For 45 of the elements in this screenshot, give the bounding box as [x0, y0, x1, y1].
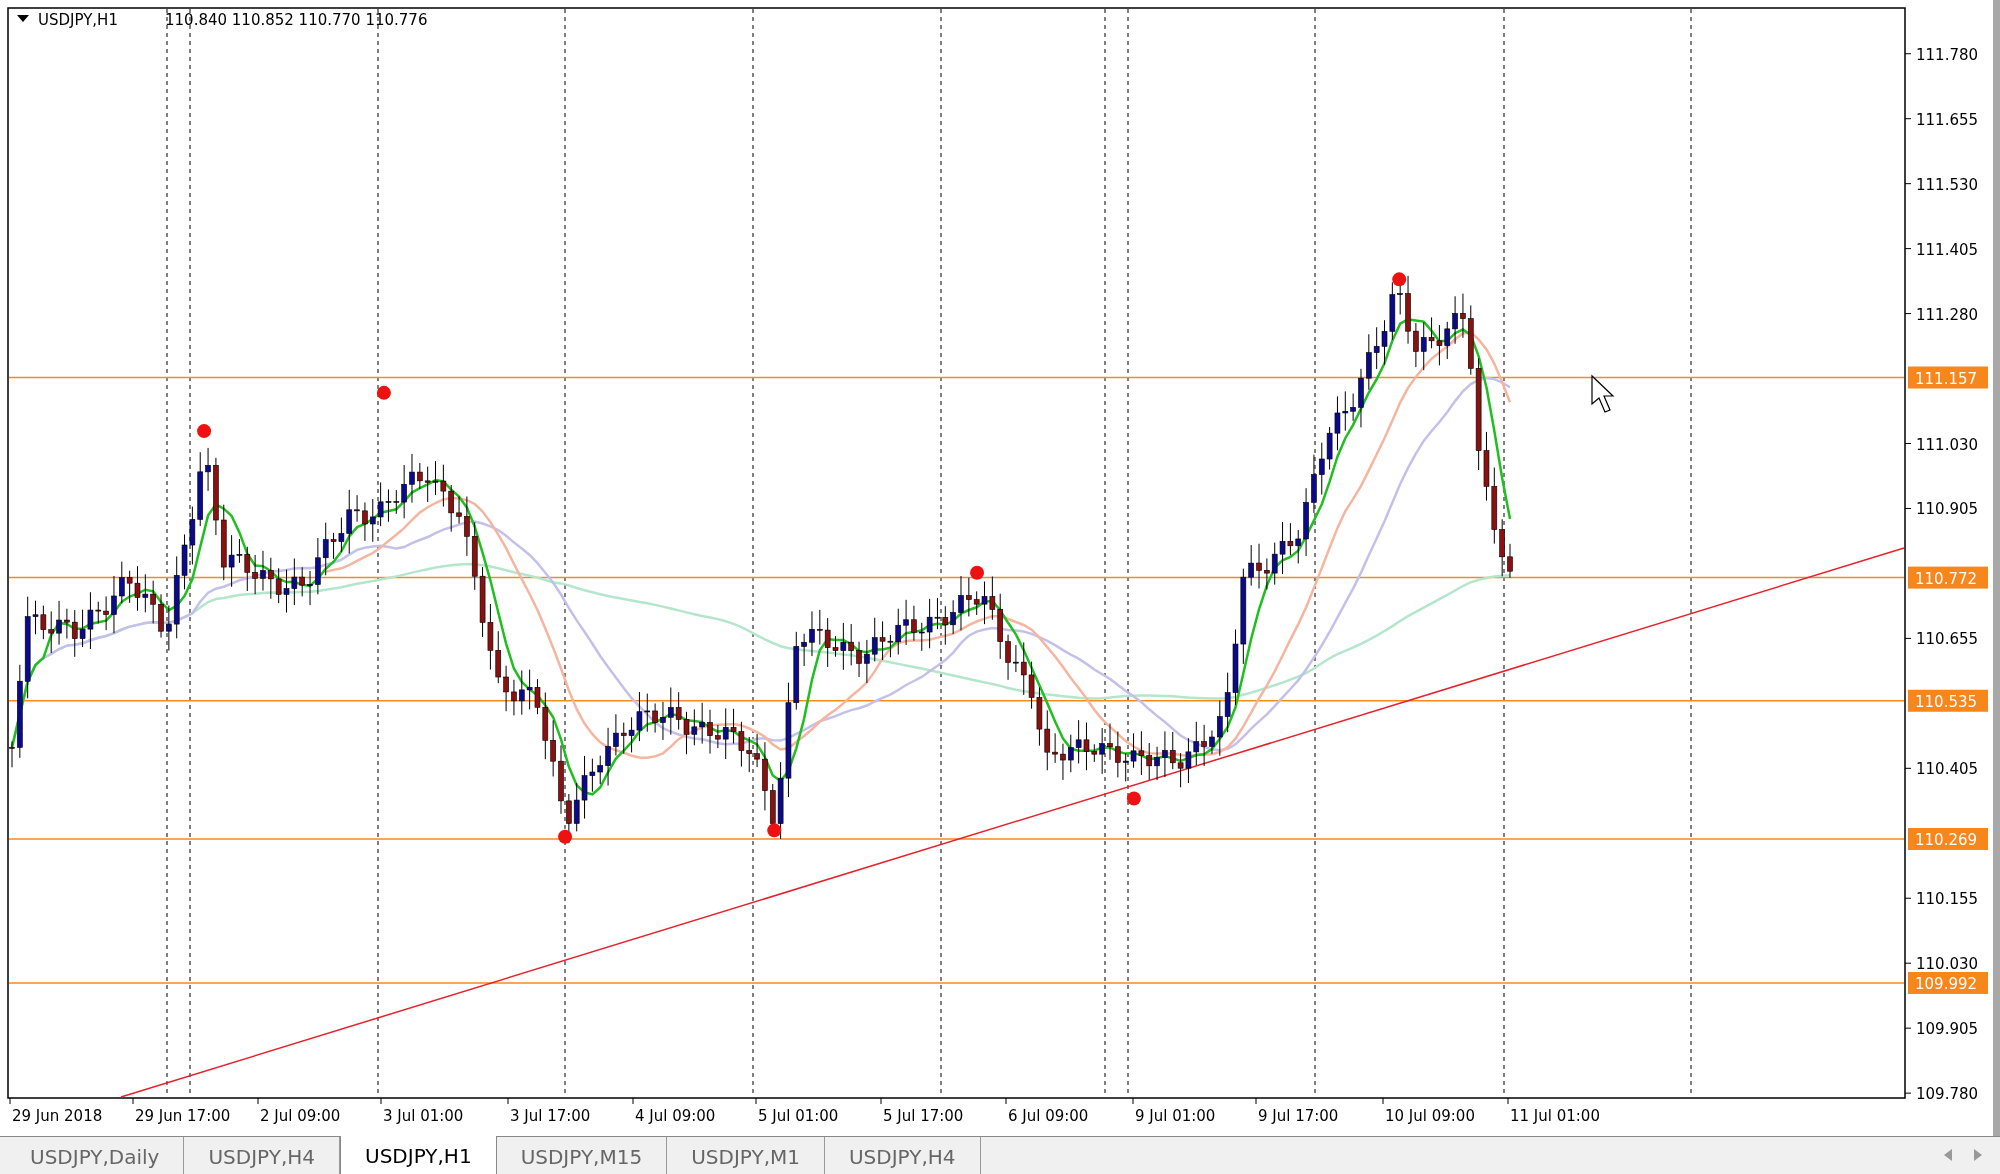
time-tick-label: 3 Jul 01:00	[383, 1107, 464, 1125]
price-tick-label: 110.905	[1916, 500, 1979, 519]
price-tick-label: 111.030	[1916, 435, 1979, 454]
scroll-right-icon[interactable]	[1974, 1149, 1982, 1161]
level-price-tag: 110.269	[1908, 828, 1988, 850]
quote-values: 110.840 110.852 110.770 110.776	[165, 11, 428, 29]
fractal-dot	[376, 385, 391, 400]
price-tick-label: 110.030	[1916, 955, 1979, 974]
fractal-dot	[1126, 791, 1141, 806]
price-tick-label: 109.905	[1916, 1020, 1979, 1039]
price-tick-label: 111.405	[1916, 240, 1979, 259]
time-tick-label: 29 Jun 17:00	[135, 1107, 231, 1125]
fractal-dot	[197, 424, 212, 439]
time-tick-label: 11 Jul 01:00	[1510, 1107, 1600, 1125]
fractal-dot	[970, 565, 985, 580]
price-tick-label: 109.780	[1916, 1085, 1979, 1104]
time-tick-label: 6 Jul 09:00	[1008, 1107, 1089, 1125]
time-tick-label: 29 Jun 2018	[12, 1107, 103, 1125]
time-tick-label: 5 Jul 01:00	[758, 1107, 839, 1125]
time-tick-label: 5 Jul 17:00	[883, 1107, 964, 1125]
time-tick-label: 9 Jul 17:00	[1258, 1107, 1339, 1125]
time-tick-label: 9 Jul 01:00	[1135, 1107, 1216, 1125]
symbol-label: USDJPY,H1	[38, 11, 118, 29]
time-tick-label: 3 Jul 17:00	[510, 1107, 591, 1125]
fractal-dot	[767, 823, 782, 838]
price-tick-label: 110.155	[1916, 890, 1979, 909]
time-tick-label: 10 Jul 09:00	[1385, 1107, 1475, 1125]
scroll-left-icon[interactable]	[1944, 1149, 1952, 1161]
time-tick-label: 2 Jul 09:00	[260, 1107, 341, 1125]
level-price-tag: 111.157	[1908, 366, 1988, 389]
time-tick-label: 4 Jul 09:00	[635, 1107, 716, 1125]
chart-tab[interactable]: USDJPY,H1	[340, 1136, 497, 1174]
price-tick-label: 111.655	[1916, 110, 1979, 129]
price-tick-label: 110.405	[1916, 760, 1979, 779]
fractal-dot	[558, 829, 573, 844]
price-tick-label: 110.655	[1916, 630, 1979, 649]
dropdown-caret-icon[interactable]	[17, 15, 29, 22]
price-tick-label: 111.780	[1916, 45, 1979, 64]
price-tick-label: 111.530	[1916, 175, 1979, 194]
level-price-tag: 109.992	[1908, 971, 1988, 994]
price-tick-label: 111.280	[1916, 305, 1979, 324]
fractal-dot	[1392, 272, 1407, 287]
level-price-tag: 110.772	[1908, 566, 1988, 589]
level-price-tag: 110.535	[1908, 689, 1988, 712]
mouse-cursor-icon	[1591, 374, 1615, 413]
